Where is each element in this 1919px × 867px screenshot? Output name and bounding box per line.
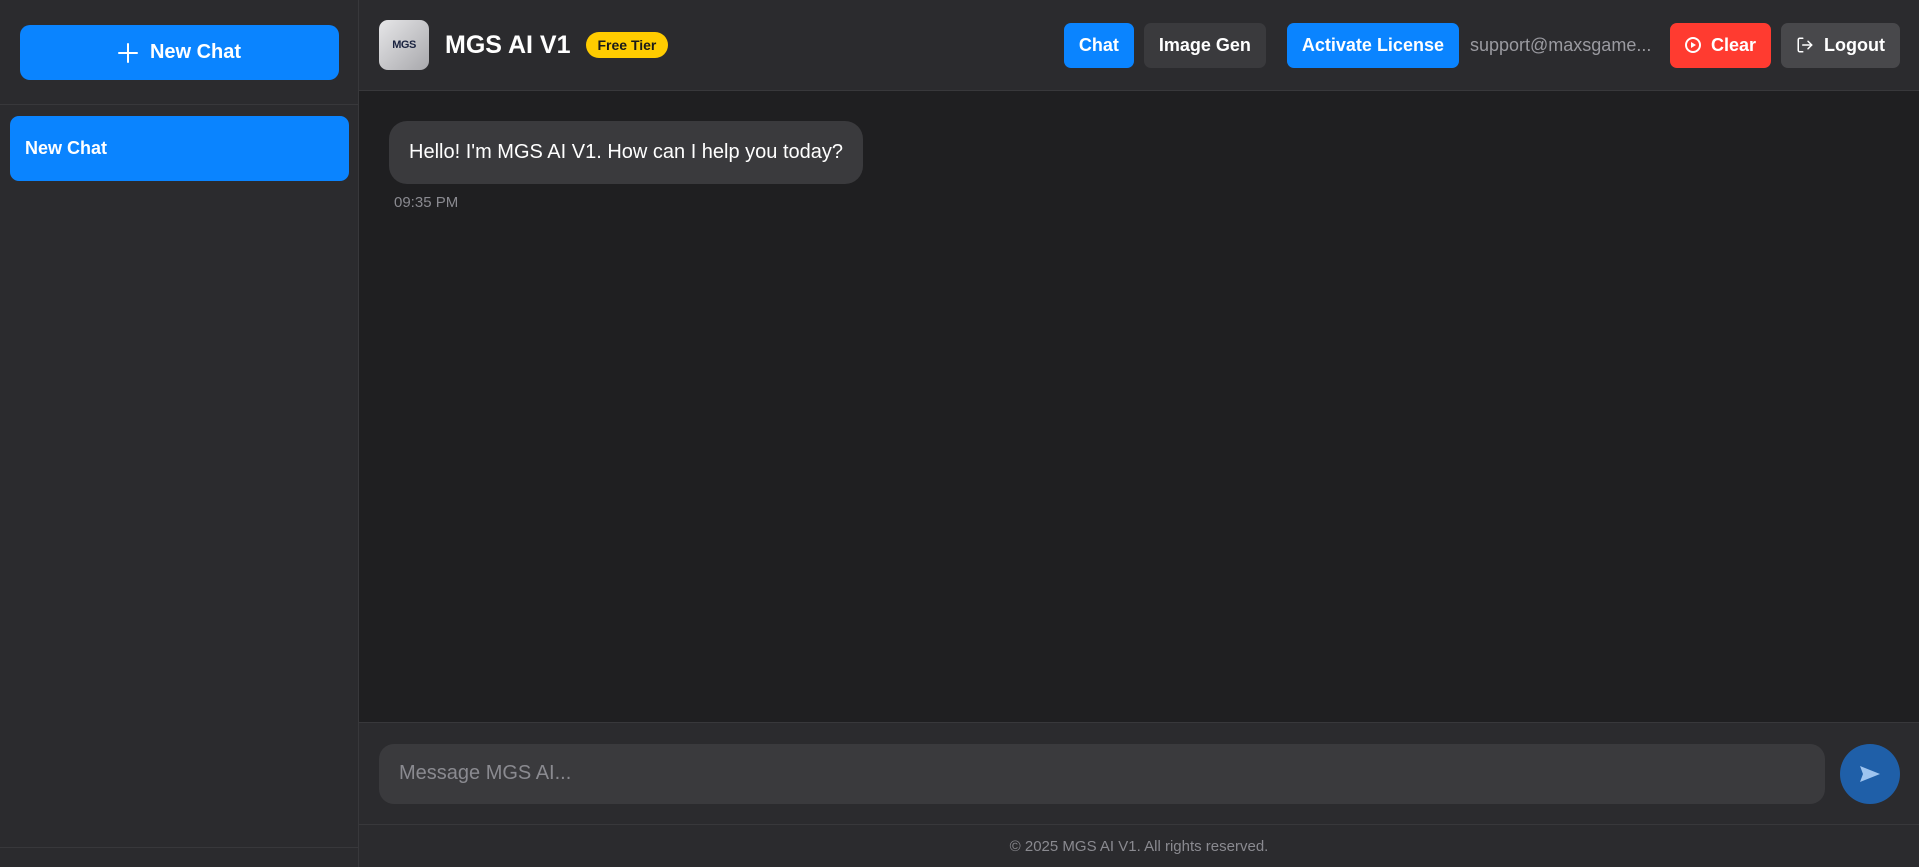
message-list: Hello! I'm MGS AI V1. How can I help you… <box>359 91 1919 722</box>
image-gen-button[interactable]: Image Gen <box>1143 22 1266 68</box>
chat-mode-button[interactable]: Chat <box>1063 22 1134 68</box>
app-root: New Chat New Chat MGS MGS AI V1 Free Tie… <box>0 0 1919 867</box>
logout-icon <box>1797 37 1813 53</box>
logout-button[interactable]: Logout <box>1781 22 1900 68</box>
sidebar-divider <box>0 847 358 848</box>
logo-text: MGS <box>392 39 416 51</box>
image-gen-label: Image Gen <box>1158 34 1251 55</box>
new-chat-label: New Chat <box>149 41 242 63</box>
copyright-text: © 2025 MGS AI V1. All rights reserved. <box>1009 837 1269 855</box>
app-logo: MGS <box>379 20 429 70</box>
message-assistant: Hello! I'm MGS AI V1. How can I help you… <box>389 121 1889 211</box>
clear-icon <box>1684 37 1701 53</box>
footer: © 2025 MGS AI V1. All rights reserved. <box>359 824 1919 867</box>
logout-label: Logout <box>1824 34 1885 55</box>
clear-button[interactable]: Clear <box>1669 22 1772 68</box>
user-email: support@maxsgame... <box>1469 34 1652 55</box>
composer <box>359 722 1919 824</box>
message-timestamp: 09:35 PM <box>394 194 459 211</box>
send-icon <box>1860 765 1880 782</box>
clear-label: Clear <box>1710 34 1757 55</box>
activate-license-label: Activate License <box>1301 34 1444 55</box>
page-title: MGS AI V1 <box>445 30 571 59</box>
plus-icon <box>117 42 138 63</box>
header: MGS MGS AI V1 Free Tier Chat Image Gen A… <box>359 0 1919 91</box>
message-input[interactable] <box>379 743 1825 804</box>
chat-list: New Chat <box>0 105 358 192</box>
chat-list-item-label: New Chat <box>25 138 108 158</box>
chat-mode-label: Chat <box>1078 34 1119 55</box>
new-chat-button[interactable]: New Chat <box>20 25 339 80</box>
main-panel: MGS MGS AI V1 Free Tier Chat Image Gen A… <box>359 0 1919 867</box>
activate-license-button[interactable]: Activate License <box>1286 22 1459 68</box>
tier-badge: Free Tier <box>585 32 669 58</box>
send-button[interactable] <box>1840 743 1900 804</box>
message-bubble: Hello! I'm MGS AI V1. How can I help you… <box>389 121 864 184</box>
chat-list-item[interactable]: New Chat <box>10 116 349 181</box>
sidebar-top: New Chat <box>0 0 358 105</box>
sidebar: New Chat New Chat <box>0 0 359 867</box>
